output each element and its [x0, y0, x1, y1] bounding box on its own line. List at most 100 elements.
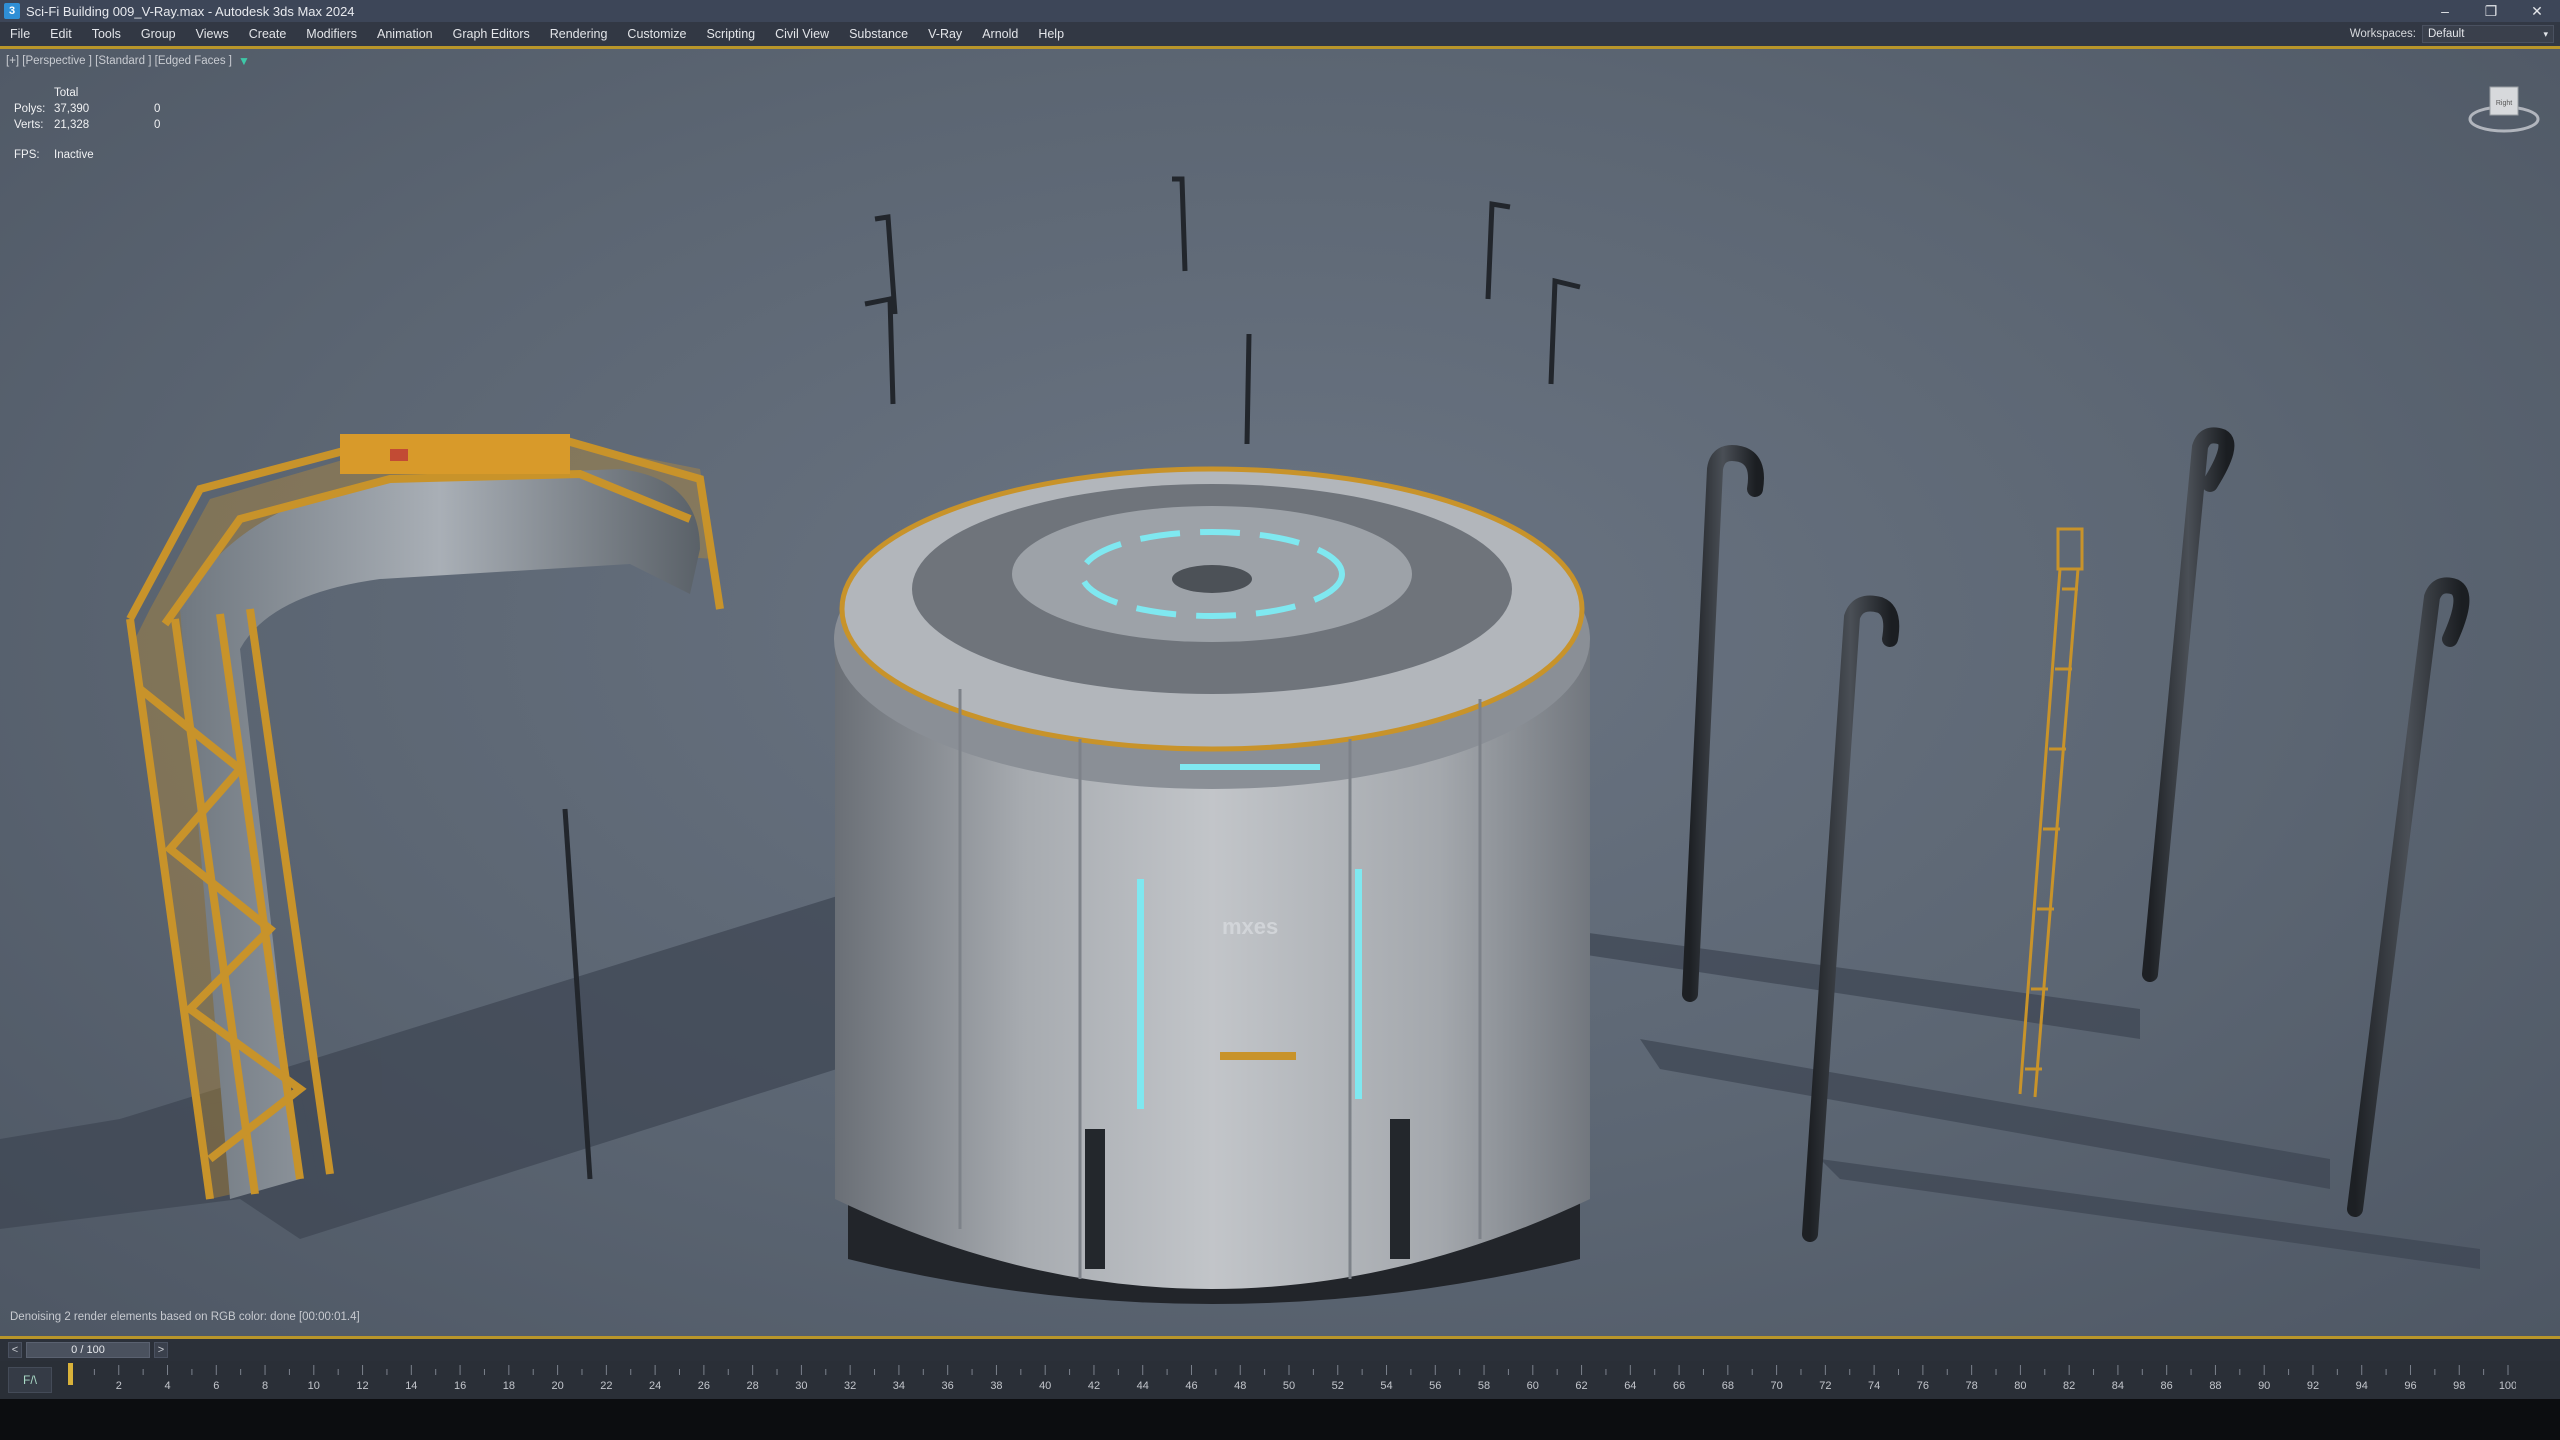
timeline-tick-label: 40 [1039, 1380, 1051, 1392]
timeline-tick-label: 72 [1819, 1380, 1831, 1392]
track-bar[interactable]: F/\ 2 4 6 8 10 12 14 16 18 20 22 24 26 28 30 32 34 36 38 40… [0, 1361, 2560, 1399]
menu-modifiers[interactable]: Modifiers [296, 22, 367, 46]
menu-graph-editors[interactable]: Graph Editors [443, 22, 540, 46]
workspace-switcher: Workspaces: Default ▾ [2350, 22, 2554, 46]
timeline-tick-label: 96 [2404, 1380, 2416, 1392]
status-strip [0, 1399, 2560, 1440]
timeline-tick-label: 52 [1332, 1380, 1344, 1392]
viewport-label[interactable]: [+] [Perspective ] [Standard ] [Edged Fa… [6, 54, 250, 68]
viewport-statistics: Total Polys: 37,390 0 Verts: 21,328 0 FPS: In… [14, 85, 194, 163]
timeline-ruler[interactable]: 2 4 6 8 10 12 14 16 18 20 22 24 26 28 30 32 34 36 38 40 42 44… [68, 1361, 2516, 1399]
timeline-tick-label: 68 [1722, 1380, 1734, 1392]
timeline-tick-label: 48 [1234, 1380, 1246, 1392]
timeline-tick-label: 38 [990, 1380, 1002, 1392]
timeline-tick-label: 80 [2014, 1380, 2026, 1392]
timeline-tick-label: 56 [1429, 1380, 1441, 1392]
menu-arnold[interactable]: Arnold [972, 22, 1028, 46]
polys-total: 37,390 [54, 103, 90, 115]
time-next-button[interactable]: > [154, 1342, 168, 1358]
timeline-tick-label: 10 [308, 1380, 320, 1392]
viewcube-icon[interactable]: Right [2466, 77, 2542, 137]
menu-group[interactable]: Group [131, 22, 186, 46]
perspective-viewport[interactable]: mxes [+] [Perspective ] [Standard ] [Edg… [0, 49, 2560, 1336]
timeline-tick-label: 14 [405, 1380, 417, 1392]
menu-vray[interactable]: V-Ray [918, 22, 972, 46]
timeline-tick-label: 62 [1575, 1380, 1587, 1392]
timeline-tick-label: 58 [1478, 1380, 1490, 1392]
timeline-tick-label: 70 [1770, 1380, 1782, 1392]
window-title: Sci-Fi Building 009_V-Ray.max - Autodesk… [26, 3, 355, 19]
menu-substance[interactable]: Substance [839, 22, 918, 46]
timeline-tick-label: 12 [356, 1380, 368, 1392]
timeline-tick-label: 86 [2161, 1380, 2173, 1392]
timeline-tick-label: 32 [844, 1380, 856, 1392]
timeline-tick-label: 4 [164, 1380, 170, 1392]
menu-create[interactable]: Create [239, 22, 297, 46]
verts-selected: 0 [154, 119, 161, 131]
app-icon[interactable]: 3 [4, 3, 20, 19]
timeline-tick-label: 46 [1185, 1380, 1197, 1392]
timeline-tick-label: 8 [262, 1380, 268, 1392]
timeline-tick-label: 94 [2356, 1380, 2368, 1392]
timeline-tick-label: 42 [1088, 1380, 1100, 1392]
timeline-tick-label: 26 [698, 1380, 710, 1392]
close-icon[interactable]: ✕ [2514, 0, 2560, 22]
timeline-tick-label: 82 [2063, 1380, 2075, 1392]
time-prev-button[interactable]: < [8, 1342, 22, 1358]
timeline-tick-label: 30 [795, 1380, 807, 1392]
time-slider[interactable]: 0 / 100 [26, 1342, 150, 1358]
timeline-tick-label: 24 [649, 1380, 661, 1392]
timeline-tick-label: 22 [600, 1380, 612, 1392]
menu-file[interactable]: File [0, 22, 40, 46]
timeline-tick-label: 16 [454, 1380, 466, 1392]
menu-animation[interactable]: Animation [367, 22, 443, 46]
menu-tools[interactable]: Tools [82, 22, 131, 46]
minimize-icon[interactable]: – [2422, 0, 2468, 22]
verts-label: Verts: [14, 119, 44, 131]
menu-scripting[interactable]: Scripting [696, 22, 765, 46]
filter-icon[interactable]: ▼ [238, 54, 250, 68]
current-frame-marker[interactable] [68, 1363, 73, 1385]
timeline-tick-label: 44 [1137, 1380, 1149, 1392]
polys-label: Polys: [14, 103, 46, 115]
timeline-tick-label: 84 [2112, 1380, 2124, 1392]
timeline-tick-label: 18 [503, 1380, 515, 1392]
standpipes [1682, 427, 2470, 1242]
menu-views[interactable]: Views [186, 22, 239, 46]
time-slider-bar: < 0 / 100 > [0, 1339, 2560, 1361]
menu-edit[interactable]: Edit [40, 22, 82, 46]
timeline-tick-label: 54 [1380, 1380, 1392, 1392]
timeline-tick-label: 34 [893, 1380, 905, 1392]
timeline-tick-label: 60 [1527, 1380, 1539, 1392]
menu-civil-view[interactable]: Civil View [765, 22, 839, 46]
timeline-tick-label: 64 [1624, 1380, 1636, 1392]
menu-bar: File Edit Tools Group Views Create Modif… [0, 22, 2560, 46]
timeline-tick-label: 100 [2499, 1380, 2516, 1392]
fps-label: FPS: [14, 149, 40, 161]
timeline-tick-label: 20 [551, 1380, 563, 1392]
render-status-message: Denoising 2 render elements based on RGB… [10, 1311, 360, 1323]
timeline-tick-label: 98 [2453, 1380, 2465, 1392]
timeline-tick-label: 66 [1673, 1380, 1685, 1392]
menu-help[interactable]: Help [1028, 22, 1074, 46]
fps-value: Inactive [54, 149, 94, 161]
workspace-value: Default [2428, 28, 2465, 40]
timeline-tick-label: 28 [747, 1380, 759, 1392]
title-bar: 3 Sci-Fi Building 009_V-Ray.max - Autode… [0, 0, 2560, 22]
stats-header: Total [54, 87, 79, 99]
viewport-label-text[interactable]: [+] [Perspective ] [Standard ] [Edged Fa… [6, 55, 232, 67]
timeline-tick-label: 88 [2209, 1380, 2221, 1392]
timeline-tick-label: 50 [1283, 1380, 1295, 1392]
key-filter-icon[interactable]: F/\ [8, 1367, 52, 1393]
timeline-tick-label: 74 [1868, 1380, 1880, 1392]
viewcube-face-label: Right [2496, 100, 2512, 107]
verts-total: 21,328 [54, 119, 90, 131]
workspace-select[interactable]: Default ▾ [2422, 25, 2554, 43]
cylinder-building: mxes [834, 466, 1590, 1304]
polys-selected: 0 [154, 103, 161, 115]
window-controls: – ❐ ✕ [2422, 0, 2560, 22]
timeline-tick-label: 36 [942, 1380, 954, 1392]
menu-rendering[interactable]: Rendering [540, 22, 618, 46]
restore-icon[interactable]: ❐ [2468, 0, 2514, 22]
menu-customize[interactable]: Customize [617, 22, 696, 46]
